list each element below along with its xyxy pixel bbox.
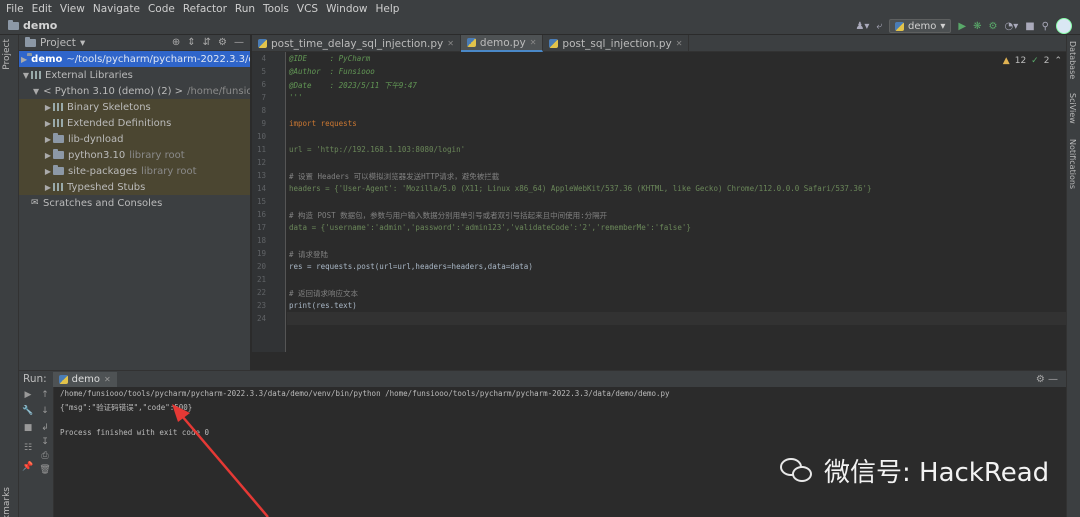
watermark-text: 微信号: HackRead (824, 458, 1050, 488)
wechat-icon (780, 456, 816, 486)
annotation-arrow (172, 404, 269, 517)
annotation-arrow-shaft (181, 415, 269, 517)
annotation-arrow-head (172, 404, 190, 422)
watermark: 微信号: HackRead (780, 452, 1049, 489)
